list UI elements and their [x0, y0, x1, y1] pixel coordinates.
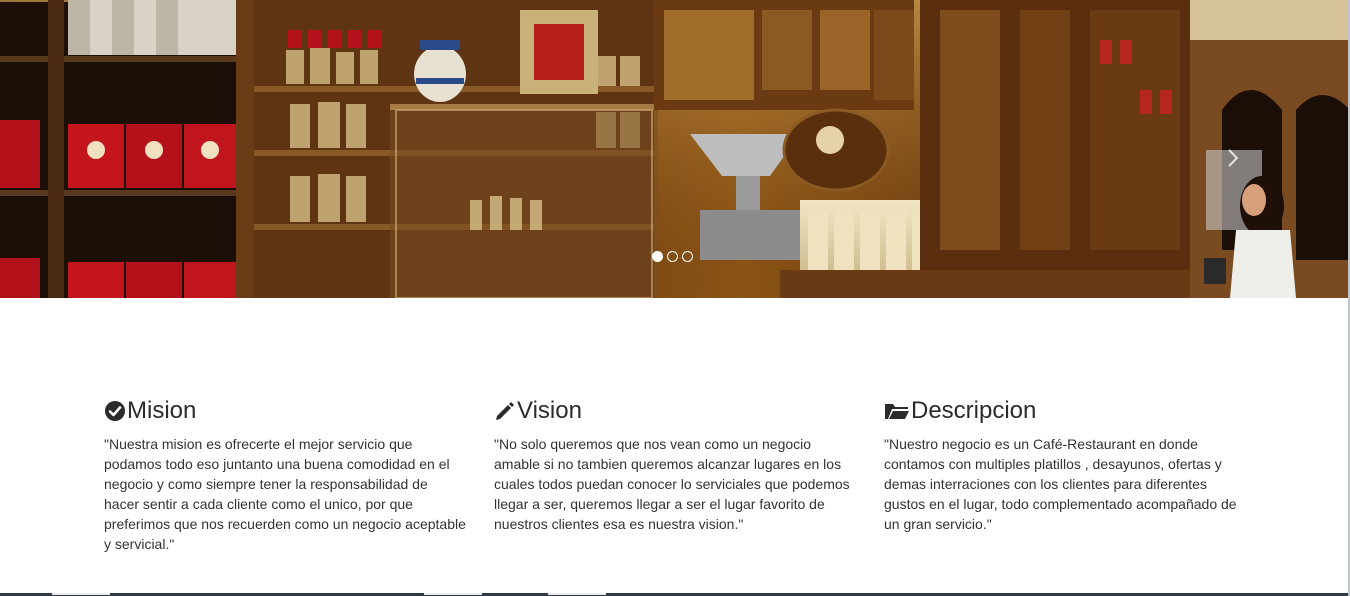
page: Mision "Nuestra mision es ofrecerte el m…	[0, 0, 1350, 596]
bottom-nav-tab[interactable]	[424, 593, 482, 595]
section-text-mision: "Nuestra mision es ofrecerte el mejor se…	[104, 436, 466, 552]
hero-carousel[interactable]	[0, 0, 1350, 298]
section-text-vision: "No solo queremos que nos vean como un n…	[494, 436, 850, 532]
section-title-descripcion: Descripcion	[884, 394, 1246, 428]
bottom-nav-tab[interactable]	[548, 593, 606, 595]
bottom-nav-tab[interactable]	[52, 593, 110, 595]
section-title-text: Vision	[517, 397, 582, 424]
section-title-mision: Mision	[104, 394, 466, 428]
folder-open-icon	[885, 404, 909, 419]
section-vision: Vision "No solo queremos que nos vean co…	[494, 394, 856, 534]
section-mision: Mision "Nuestra mision es ofrecerte el m…	[104, 394, 466, 554]
section-title-vision: Vision	[494, 394, 856, 428]
section-title-text: Mision	[127, 397, 197, 424]
carousel-indicator-1[interactable]	[652, 251, 663, 262]
carousel-indicator-2[interactable]	[667, 251, 678, 262]
section-title-text: Descripcion	[911, 397, 1037, 424]
chevron-right-icon	[1228, 149, 1239, 167]
section-descripcion: Descripcion "Nuestro negocio es un Café-…	[884, 394, 1246, 534]
pencil-icon	[496, 402, 514, 420]
section-text-descripcion: "Nuestro negocio es un Café-Restaurant e…	[884, 436, 1237, 532]
check-circle-icon	[105, 401, 125, 421]
carousel-indicator-3[interactable]	[682, 251, 693, 262]
carousel-next-control[interactable]	[1222, 138, 1244, 178]
carousel-indicators	[652, 251, 693, 262]
